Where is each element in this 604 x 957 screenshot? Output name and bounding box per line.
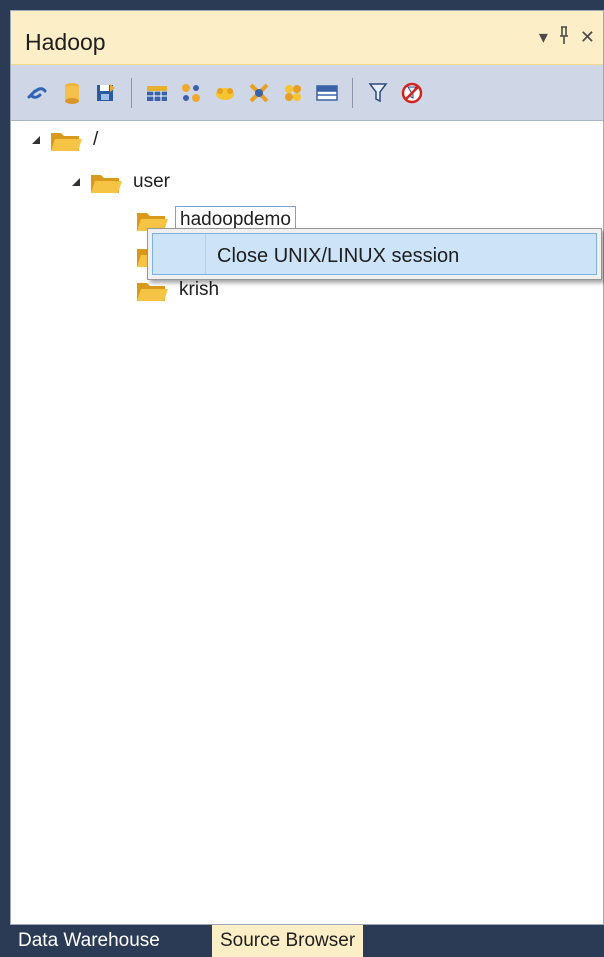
- context-menu-item-label: Close UNIX/LINUX session: [217, 245, 460, 267]
- panel-title: Hadoop: [25, 29, 106, 55]
- save-icon[interactable]: [93, 80, 119, 106]
- folder-open-icon: [51, 133, 82, 151]
- no-filter-icon[interactable]: [399, 80, 425, 106]
- panel-toolbar: [11, 65, 603, 121]
- tree-node-label: /: [93, 129, 99, 150]
- toolbar-separator: [131, 77, 132, 108]
- expand-arrow-icon[interactable]: [29, 133, 43, 147]
- tree-node-label: krish: [179, 279, 220, 300]
- tree-node-root[interactable]: /: [29, 125, 102, 155]
- grid-icon[interactable]: [314, 80, 340, 106]
- bottom-tab-bar: Data Warehouse Source Browser: [10, 925, 604, 957]
- tree-node-user[interactable]: user: [69, 167, 174, 197]
- transform-icon[interactable]: [178, 80, 204, 106]
- menu-icon-column: [153, 234, 206, 274]
- tree-node-label: user: [133, 171, 170, 192]
- folder-open-icon: [91, 175, 122, 193]
- expand-arrow-icon[interactable]: [69, 175, 83, 189]
- panel-titlebar: Hadoop ▾ ✕: [11, 11, 603, 65]
- folder-open-icon: [137, 283, 168, 301]
- hadoop-node-icon[interactable]: [280, 80, 306, 106]
- connect-icon[interactable]: [25, 80, 51, 106]
- pin-icon[interactable]: [558, 25, 570, 51]
- context-menu: Close UNIX/LINUX session: [147, 228, 602, 280]
- tab-data-warehouse[interactable]: Data Warehouse: [10, 925, 168, 957]
- hadoop-icon[interactable]: [212, 80, 238, 106]
- panel-window-controls: ▾ ✕: [539, 25, 595, 51]
- tab-source-browser[interactable]: Source Browser: [212, 925, 364, 957]
- join-icon[interactable]: [246, 80, 272, 106]
- database-icon[interactable]: [59, 80, 85, 106]
- toolbar-separator: [352, 77, 353, 108]
- close-icon[interactable]: ✕: [580, 25, 595, 51]
- dropdown-icon[interactable]: ▾: [539, 25, 548, 51]
- table-icon[interactable]: [144, 80, 170, 106]
- context-menu-item-close-session[interactable]: Close UNIX/LINUX session: [152, 233, 597, 275]
- filter-icon[interactable]: [365, 80, 391, 106]
- hadoop-panel: Hadoop ▾ ✕ / user hadoopdemo krish: [10, 10, 604, 925]
